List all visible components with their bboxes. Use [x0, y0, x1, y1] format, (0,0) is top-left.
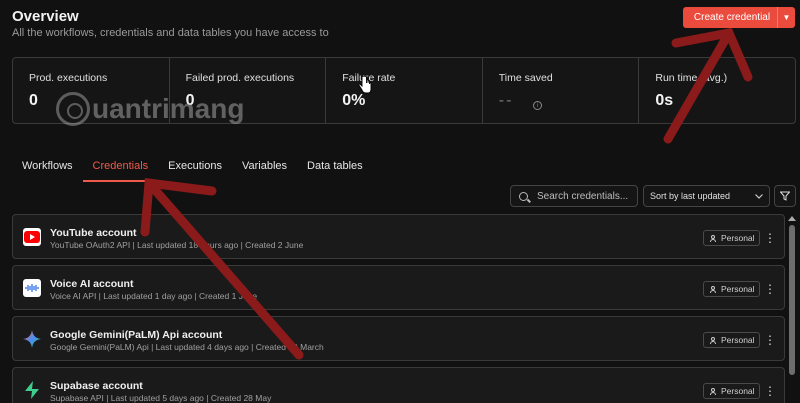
search-placeholder: Search credentials...: [537, 190, 629, 202]
more-options-icon[interactable]: ⋮: [764, 383, 776, 399]
owner-badge: Personal: [703, 383, 760, 399]
more-options-icon[interactable]: ⋮: [764, 281, 776, 297]
person-icon: [710, 387, 716, 395]
stat-failure-rate[interactable]: Failure rate 0%: [326, 58, 483, 123]
sort-select[interactable]: Sort by last updated: [643, 185, 770, 207]
stat-label: Time saved: [498, 72, 553, 84]
page-subtitle: All the workflows, credentials and data …: [12, 27, 329, 39]
tab-workflows[interactable]: Workflows: [12, 158, 83, 182]
badge-label: Personal: [721, 335, 755, 345]
gemini-icon: [23, 330, 41, 348]
credential-meta: YouTube OAuth2 API | Last updated 18 hou…: [50, 240, 304, 250]
watermark-text: uantrimang: [92, 93, 245, 124]
sort-value: Sort by last updated: [650, 191, 731, 201]
owner-badge: Personal: [703, 332, 760, 348]
info-icon[interactable]: i: [532, 101, 542, 110]
chevron-down-icon[interactable]: ▼: [777, 7, 795, 28]
page-header: Overview All the workflows, credentials …: [12, 8, 329, 39]
search-icon: [519, 191, 528, 201]
credential-name: YouTube account: [50, 227, 137, 239]
stat-value: 0%: [342, 92, 366, 109]
credential-name: Google Gemini(PaLM) Api account: [50, 329, 223, 341]
chevron-down-icon: [755, 193, 763, 199]
tab-executions[interactable]: Executions: [158, 158, 232, 182]
watermark-logo-icon: [56, 92, 90, 126]
stat-label: Run time (avg.): [655, 72, 728, 84]
search-input[interactable]: Search credentials...: [510, 185, 638, 207]
page-title: Overview: [12, 8, 79, 25]
credential-meta: Supabase API | Last updated 5 days ago |…: [50, 393, 272, 403]
credentials-list: YouTube account YouTube OAuth2 API | Las…: [12, 214, 785, 403]
voice-ai-icon: [23, 279, 41, 297]
more-options-icon[interactable]: ⋮: [764, 230, 776, 246]
credential-card[interactable]: Google Gemini(PaLM) Api account Google G…: [12, 316, 785, 361]
badge-label: Personal: [721, 284, 755, 294]
credential-name: Supabase account: [50, 380, 143, 392]
stat-value: 0s: [655, 92, 674, 109]
scroll-up-icon[interactable]: [788, 216, 796, 221]
person-icon: [710, 285, 716, 293]
stat-value: --: [498, 92, 514, 109]
scrollbar-thumb[interactable]: [789, 225, 795, 375]
filter-icon: [780, 191, 790, 201]
owner-badge: Personal: [703, 230, 760, 246]
person-icon: [710, 336, 716, 344]
hand-cursor-icon: [358, 76, 372, 94]
more-options-icon[interactable]: ⋮: [764, 332, 776, 348]
owner-badge: Personal: [703, 281, 760, 297]
credential-meta: Google Gemini(PaLM) Api | Last updated 4…: [50, 342, 324, 352]
credential-card[interactable]: YouTube account YouTube OAuth2 API | Las…: [12, 214, 785, 259]
scrollbar[interactable]: [788, 214, 796, 403]
stat-label: Failed prod. executions: [185, 72, 295, 84]
credential-name: Voice AI account: [50, 278, 134, 290]
tab-variables[interactable]: Variables: [232, 158, 297, 182]
credential-card[interactable]: Voice AI account Voice AI API | Last upd…: [12, 265, 785, 310]
stat-time-saved[interactable]: Time saved -- i: [483, 58, 640, 123]
badge-label: Personal: [721, 386, 755, 396]
create-credential-button[interactable]: Create credential ▼: [683, 7, 795, 28]
credential-card[interactable]: Supabase account Supabase API | Last upd…: [12, 367, 785, 403]
create-credential-label: Create credential: [693, 12, 771, 23]
supabase-icon: [23, 381, 41, 399]
person-icon: [710, 234, 716, 242]
youtube-icon: [23, 228, 41, 246]
tab-bar: Workflows Credentials Executions Variabl…: [12, 158, 373, 182]
credential-meta: Voice AI API | Last updated 1 day ago | …: [50, 291, 258, 301]
filter-button[interactable]: [774, 185, 796, 207]
watermark: uantrimang: [56, 92, 244, 126]
stat-run-time[interactable]: Run time (avg.) 0s: [639, 58, 795, 123]
badge-label: Personal: [721, 233, 755, 243]
tab-data-tables[interactable]: Data tables: [297, 158, 373, 182]
tab-credentials[interactable]: Credentials: [82, 158, 159, 182]
stat-label: Prod. executions: [29, 72, 108, 84]
